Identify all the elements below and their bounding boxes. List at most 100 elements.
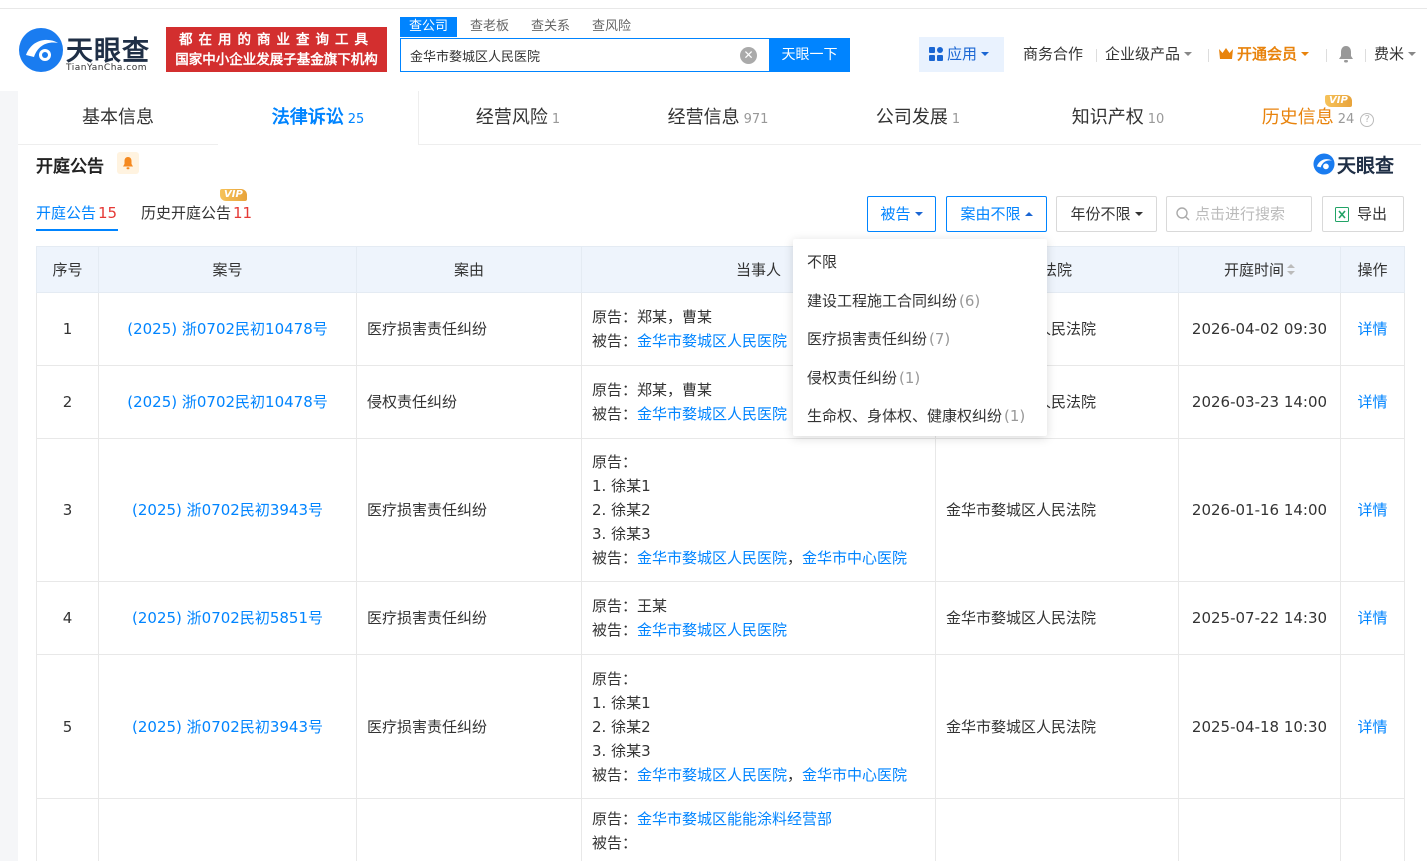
slogan-line-1: 都在用的商业查询工具: [179, 32, 374, 48]
subscribe-bell[interactable]: [117, 152, 139, 174]
plaintiff-label: 原告：: [592, 308, 638, 326]
filter-label: 被告: [880, 205, 911, 223]
defendant-link[interactable]: 金华市婺城区人民医院: [637, 332, 787, 350]
chevron-down-icon: [1184, 52, 1193, 56]
defendant-line: 被告：金华市婺城区人民医院，金华市中心医院: [592, 765, 908, 784]
case-no-link[interactable]: (2025) 浙0702民初3943号: [132, 501, 323, 519]
subtab-court-notices[interactable]: 开庭公告 15: [36, 202, 117, 223]
time-cell: 2026-03-23 14:00: [1178, 365, 1341, 439]
dropdown-option[interactable]: 建设工程施工合同纠纷 (6): [793, 282, 1047, 321]
tab-count: 10: [1147, 112, 1165, 127]
defendant-link[interactable]: 金华市中心医院: [802, 766, 907, 784]
case-no-cell: (2025) 浙0702民初3943号: [98, 438, 357, 582]
nav-divider: [1326, 49, 1327, 62]
option-label: 建设工程施工合同纠纷: [807, 291, 958, 310]
open-vip-menu[interactable]: 开通会员: [1218, 37, 1310, 72]
detail-link[interactable]: 详情: [1357, 501, 1387, 519]
action-cell: 详情: [1340, 438, 1405, 582]
defendant-link[interactable]: 金华市婺城区人民医院: [637, 766, 787, 784]
nav-divider: [1208, 49, 1209, 62]
plaintiff-label: 原告：: [592, 453, 638, 471]
time-cell: 2026-01-16 14:00: [1178, 438, 1341, 582]
year-filter[interactable]: 年份不限: [1056, 196, 1157, 232]
tab-business-risk[interactable]: 经营风险 1: [418, 91, 618, 145]
action-cell: 详情: [1340, 365, 1405, 439]
detail-link[interactable]: 详情: [1357, 393, 1387, 411]
business-cooperation-link[interactable]: 商务合作: [1023, 37, 1083, 72]
tianyancha-logo-icon: [19, 28, 63, 72]
table-search-input[interactable]: 点击进行搜索: [1166, 196, 1312, 232]
tab-intellectual-property[interactable]: 知识产权 10: [1018, 91, 1218, 145]
search-button[interactable]: 天眼一下: [769, 38, 850, 72]
detail-link[interactable]: 详情: [1357, 609, 1387, 627]
case-no-link[interactable]: (2025) 浙0702民初10478号: [127, 320, 328, 338]
defendant-link[interactable]: 金华市婺城区人民医院: [637, 549, 787, 567]
parties-cell: 原告： 1. 徐某1 2. 徐某2 3. 徐某3 被告：金华市婺城区人民医院，金…: [581, 438, 936, 582]
enterprise-products-menu[interactable]: 企业级产品: [1105, 37, 1193, 72]
plaintiff-item: 2. 徐某2: [592, 501, 651, 519]
court-cell: [935, 798, 1179, 861]
subtab-history-court-notices[interactable]: 历史开庭公告 11: [141, 202, 252, 223]
dropdown-option[interactable]: 侵权责任纠纷 (1): [793, 359, 1047, 398]
site-logo[interactable]: 天眼查 TianYanCha.com: [18, 27, 160, 79]
chevron-down-icon: [1134, 212, 1143, 216]
search-tab-relation[interactable]: 查关系: [522, 17, 579, 37]
tab-label: 基本信息: [82, 107, 154, 128]
crown-icon: [1219, 48, 1233, 59]
plaintiff-names: 郑某，曹某: [637, 381, 713, 399]
cause-filter[interactable]: 案由不限: [946, 196, 1047, 232]
plaintiff-item: 3. 徐某3: [592, 741, 651, 760]
sort-icon[interactable]: [1287, 264, 1295, 276]
plaintiff-link[interactable]: 金华市婺城区能能涂料经营部: [637, 810, 832, 828]
vip-badge: VIP: [1325, 95, 1352, 107]
apps-menu-button[interactable]: 应用: [919, 37, 1004, 72]
defendant-line: 被告：金华市婺城区人民医院: [592, 618, 925, 642]
cause-cell: 医疗损害责任纠纷: [356, 292, 582, 366]
slogan-line-2: 国家中小企业发展子基金旗下机构: [175, 52, 378, 68]
search-box: ✕: [400, 38, 769, 72]
help-icon[interactable]: ?: [1360, 113, 1375, 127]
search-tab-risk[interactable]: 查风险: [583, 17, 640, 37]
dropdown-option[interactable]: 生命权、身体权、健康权纠纷 (1): [793, 397, 1047, 436]
dropdown-option-all[interactable]: 不限: [793, 243, 1047, 282]
tab-history-info[interactable]: 历史信息 24?: [1218, 91, 1418, 145]
case-no-link[interactable]: (2025) 浙0702民初10478号: [127, 393, 328, 411]
defendant-link[interactable]: 金华市婺城区人民医院: [637, 405, 787, 423]
action-cell: 详情: [1340, 292, 1405, 366]
tab-business-info[interactable]: 经营信息 971: [618, 91, 818, 145]
detail-link[interactable]: 详情: [1357, 718, 1387, 736]
case-no-link[interactable]: (2025) 浙0702民初5851号: [132, 609, 323, 627]
plaintiff-line: 原告：王某: [592, 594, 925, 618]
user-menu[interactable]: 费米: [1374, 37, 1417, 72]
apps-grid-icon: [929, 47, 943, 61]
search-tab-company[interactable]: 查公司: [400, 17, 458, 37]
search-input[interactable]: [401, 39, 731, 71]
case-no-link[interactable]: (2025) 浙0702民初3943号: [132, 718, 323, 736]
table-header-row: 序号 案号 案由 当事人 法院 开庭时间 操作: [36, 246, 1405, 293]
chevron-down-icon: [914, 212, 923, 216]
tab-label: 法律诉讼: [271, 107, 344, 128]
tab-company-development[interactable]: 公司发展 1: [818, 91, 1018, 145]
defendant-link[interactable]: 金华市婺城区人民医院: [637, 621, 787, 639]
option-label: 生命权、身体权、健康权纠纷: [807, 407, 1003, 425]
parties-cell: 原告： 1. 徐某1 2. 徐某2 3. 徐某3 被告：金华市婺城区人民医院，金…: [581, 654, 936, 799]
case-no-cell: [98, 798, 357, 861]
action-cell: 详情: [1340, 654, 1405, 799]
detail-link[interactable]: 详情: [1357, 320, 1387, 338]
dropdown-option[interactable]: 医疗损害责任纠纷 (7): [793, 320, 1047, 359]
clear-icon[interactable]: ✕: [740, 47, 757, 64]
tab-legal-proceedings[interactable]: 法律诉讼 25: [218, 91, 418, 145]
cause-cell: 医疗损害责任纠纷: [356, 654, 582, 799]
chevron-down-icon: [1408, 52, 1417, 56]
bell-icon[interactable]: [1338, 45, 1354, 63]
time-cell: [1178, 798, 1341, 861]
cause-cell: 医疗损害责任纠纷: [356, 581, 582, 655]
search-tab-boss[interactable]: 查老板: [461, 17, 518, 37]
col-header-time[interactable]: 开庭时间: [1178, 246, 1341, 293]
tab-basic-info[interactable]: 基本信息: [18, 91, 218, 145]
filter-label: 案由不限: [960, 205, 1021, 223]
defendant-filter[interactable]: 被告: [867, 196, 936, 232]
nav-divider: [1096, 49, 1097, 62]
defendant-link[interactable]: 金华市中心医院: [802, 549, 907, 567]
export-button[interactable]: 导出: [1322, 196, 1404, 232]
